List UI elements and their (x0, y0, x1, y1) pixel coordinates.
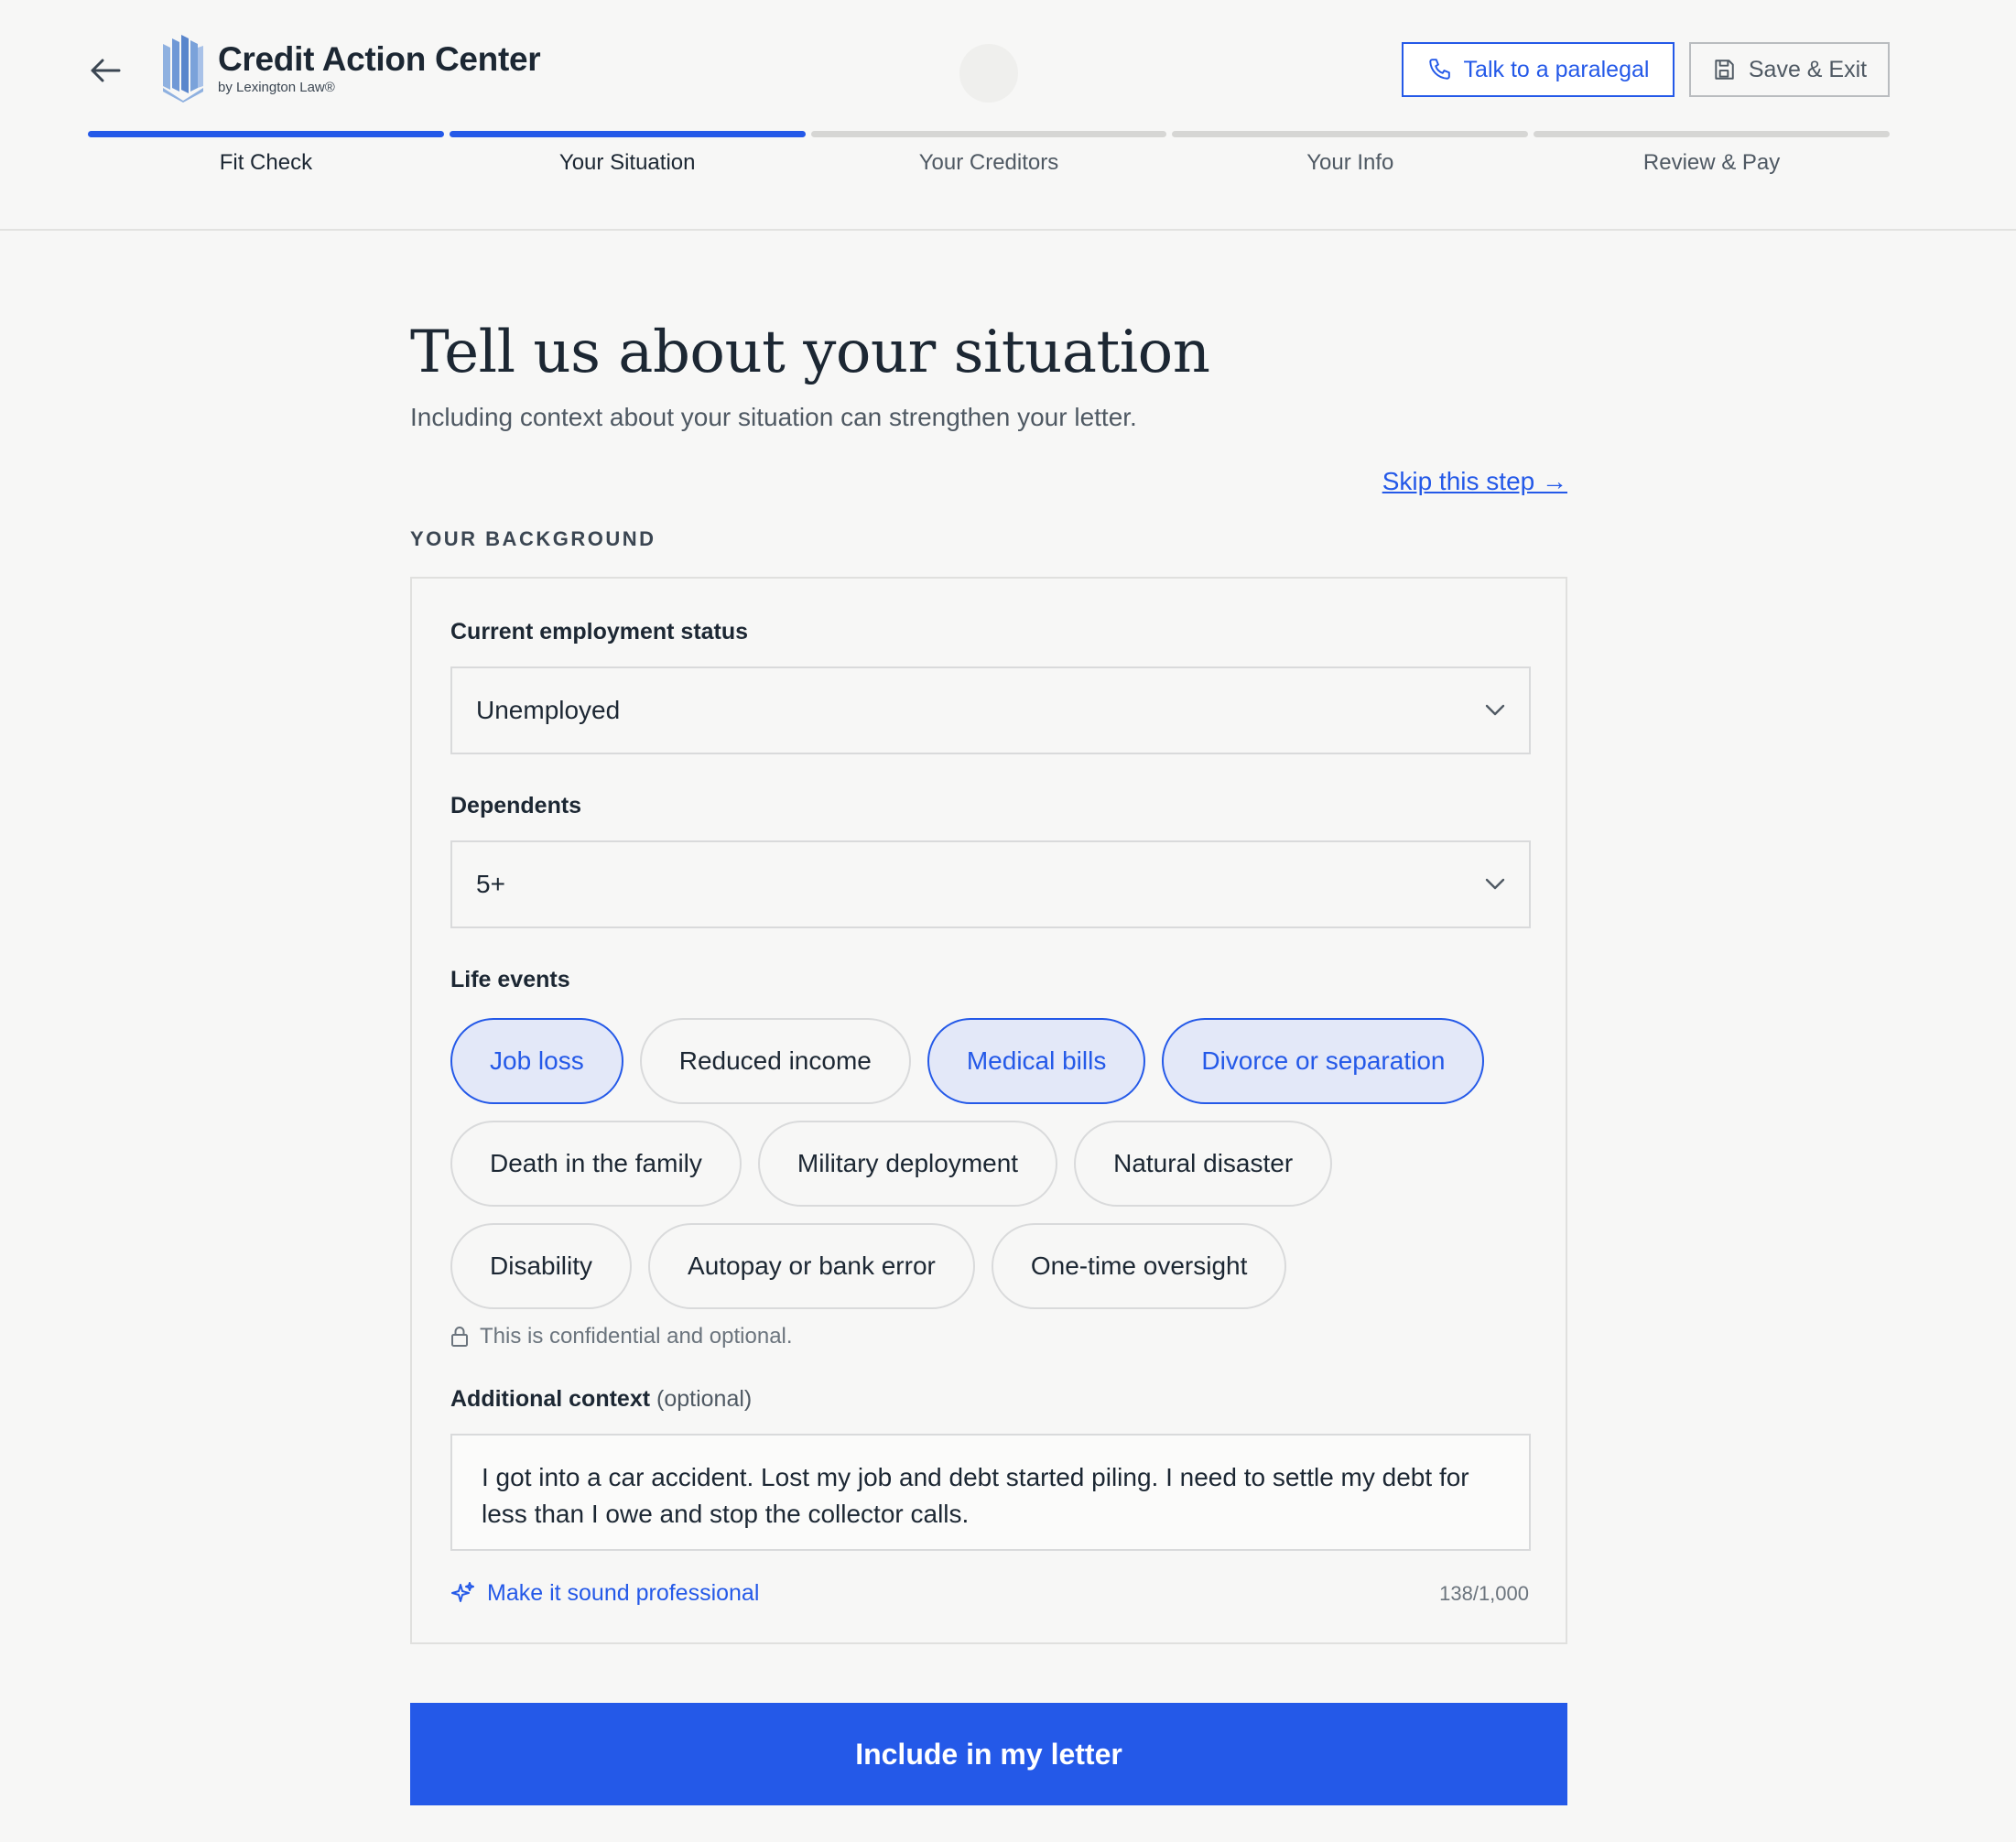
loading-indicator (959, 44, 1018, 103)
include-in-letter-button[interactable]: Include in my letter (410, 1703, 1567, 1805)
chip-divorce-or-separation[interactable]: Divorce or separation (1162, 1018, 1485, 1104)
page-title: Tell us about your situation (410, 319, 1210, 386)
life-events-label: Life events (450, 967, 570, 992)
step-review-and-pay[interactable]: Review & Pay (1534, 131, 1890, 176)
employment-status-label: Current employment status (450, 619, 749, 645)
progress-stepper: Fit Check Your Situation Your Creditors … (88, 131, 1890, 176)
employment-status-select[interactable]: Unemployed (450, 666, 1531, 754)
step-progress-bar (810, 131, 1167, 137)
save-and-exit-button[interactable]: Save & Exit (1689, 42, 1890, 97)
chevron-down-icon (1485, 704, 1505, 716)
top-header: Credit Action Center by Lexington Law® T… (0, 0, 2016, 231)
additional-context-textarea[interactable]: I got into a car accident. Lost my job a… (450, 1434, 1531, 1551)
employment-status-value: Unemployed (476, 696, 621, 724)
chip-military-deployment[interactable]: Military deployment (757, 1121, 1058, 1207)
additional-context-label-text: Additional context (450, 1386, 651, 1412)
logo[interactable]: Credit Action Center by Lexington Law® (161, 35, 541, 103)
step-label: Your Creditors (918, 150, 1059, 175)
lock-icon (451, 1327, 468, 1347)
background-form-card: Current employment status Unemployed Dep… (410, 577, 1567, 1644)
building-logo-icon (163, 35, 203, 103)
chip-disability[interactable]: Disability (450, 1223, 633, 1309)
step-label: Review & Pay (1642, 150, 1781, 175)
back-arrow-icon[interactable] (84, 49, 126, 92)
chevron-down-icon (1485, 878, 1505, 890)
chip-job-loss[interactable]: Job loss (450, 1018, 623, 1104)
step-label: Your Situation (558, 150, 696, 175)
step-your-info[interactable]: Your Info (1172, 131, 1529, 176)
dependents-select[interactable]: 5+ (450, 840, 1531, 928)
chip-medical-bills[interactable]: Medical bills (927, 1018, 1146, 1104)
dependents-label: Dependents (450, 793, 582, 818)
app-subtitle: by Lexington Law® (218, 80, 335, 95)
make-professional-label: Make it sound professional (487, 1580, 760, 1606)
chip-death-in-the-family[interactable]: Death in the family (450, 1121, 742, 1207)
confidential-note: This is confidential and optional. (450, 1324, 793, 1349)
section-heading: YOUR BACKGROUND (410, 527, 656, 550)
step-fit-check[interactable]: Fit Check (88, 131, 444, 176)
step-your-creditors[interactable]: Your Creditors (810, 131, 1167, 176)
chip-reduced-income[interactable]: Reduced income (639, 1018, 911, 1104)
step-progress-bar (1172, 131, 1529, 137)
chip-autopay-or-bank-error[interactable]: Autopay or bank error (648, 1223, 975, 1309)
character-count: 138/1,000 (1439, 1582, 1529, 1605)
step-your-situation[interactable]: Your Situation (449, 131, 806, 176)
phone-icon (1428, 59, 1450, 80)
chip-natural-disaster[interactable]: Natural disaster (1074, 1121, 1333, 1207)
save-and-exit-label: Save & Exit (1748, 56, 1868, 82)
page-subtitle: Including context about your situation c… (410, 403, 1137, 431)
save-disk-icon (1715, 60, 1734, 80)
step-progress-bar (1534, 131, 1890, 137)
step-label: Your Info (1306, 150, 1394, 175)
make-professional-button[interactable]: Make it sound professional (450, 1580, 759, 1607)
dependents-value: 5+ (476, 870, 505, 898)
skip-step-link[interactable]: Skip this step → (1382, 467, 1567, 496)
talk-to-paralegal-label: Talk to a paralegal (1463, 56, 1650, 82)
sparkle-icon (451, 1581, 474, 1602)
life-events-chip-group: Job loss Reduced income Medical bills Di… (450, 1018, 1531, 1326)
step-label: Fit Check (219, 150, 313, 175)
talk-to-paralegal-button[interactable]: Talk to a paralegal (1402, 42, 1675, 97)
chip-one-time-oversight[interactable]: One-time oversight (991, 1223, 1287, 1309)
optional-suffix: (optional) (656, 1386, 753, 1412)
confidential-note-text: This is confidential and optional. (480, 1324, 793, 1349)
step-progress-bar (88, 131, 444, 137)
app-title: Credit Action Center (218, 40, 541, 78)
additional-context-label: Additional context (optional) (450, 1386, 752, 1413)
step-progress-bar (449, 131, 806, 137)
